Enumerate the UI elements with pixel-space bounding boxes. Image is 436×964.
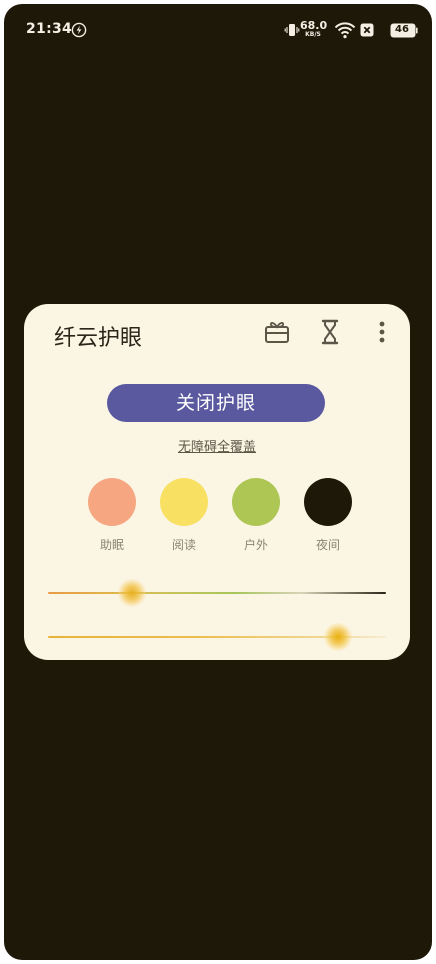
color-temperature-track <box>48 592 386 594</box>
gift-icon[interactable] <box>264 319 290 345</box>
status-bar: 21:34 68.0 KB/S 46 <box>4 4 432 56</box>
mode-reading-swatch <box>160 478 208 526</box>
mode-reading[interactable]: 阅读 <box>154 478 214 553</box>
hourglass-icon[interactable] <box>320 319 340 345</box>
mode-night[interactable]: 夜间 <box>298 478 358 553</box>
status-time: 21:34 <box>26 21 73 37</box>
net-speed-value: 68.0 <box>300 19 328 32</box>
mode-outdoor-swatch <box>232 478 280 526</box>
brightness-slider[interactable] <box>48 622 386 652</box>
status-icons: 68.0 KB/S 46 <box>278 19 418 41</box>
charge-icon <box>71 22 87 38</box>
vibrate-icon <box>284 24 300 36</box>
brightness-thumb[interactable] <box>324 623 352 651</box>
mode-night-label: 夜间 <box>315 538 340 552</box>
phone-screen: 21:34 68.0 KB/S 46 纤云护眼 关闭护眼 无障碍全覆盖 助眠 阅… <box>4 4 432 960</box>
mode-night-swatch <box>304 478 352 526</box>
battery-level: 46 <box>395 24 409 35</box>
mode-sleep-swatch <box>88 478 136 526</box>
color-temperature-thumb[interactable] <box>118 579 146 607</box>
mode-sleep-label: 助眠 <box>99 538 124 552</box>
app-title: 纤云护眼 <box>54 326 143 351</box>
mode-outdoor[interactable]: 户外 <box>226 478 286 553</box>
mode-reading-label: 阅读 <box>171 538 196 552</box>
net-speed: 68.0 KB/S <box>300 19 328 38</box>
mode-outdoor-label: 户外 <box>243 538 268 552</box>
no-signal-icon <box>360 23 374 37</box>
wifi-icon <box>334 22 356 39</box>
color-temperature-slider[interactable] <box>48 578 386 608</box>
accessibility-overlay-link[interactable]: 无障碍全覆盖 <box>24 436 410 455</box>
mode-list: 助眠 阅读 户外 夜间 <box>24 478 410 558</box>
mode-sleep[interactable]: 助眠 <box>82 478 142 553</box>
net-speed-unit: KB/S <box>305 31 321 38</box>
eye-care-card: 纤云护眼 关闭护眼 无障碍全覆盖 助眠 阅读 户外 夜间 <box>24 304 410 660</box>
more-vert-icon[interactable] <box>376 319 388 345</box>
toggle-eye-care-button[interactable]: 关闭护眼 <box>107 384 325 422</box>
